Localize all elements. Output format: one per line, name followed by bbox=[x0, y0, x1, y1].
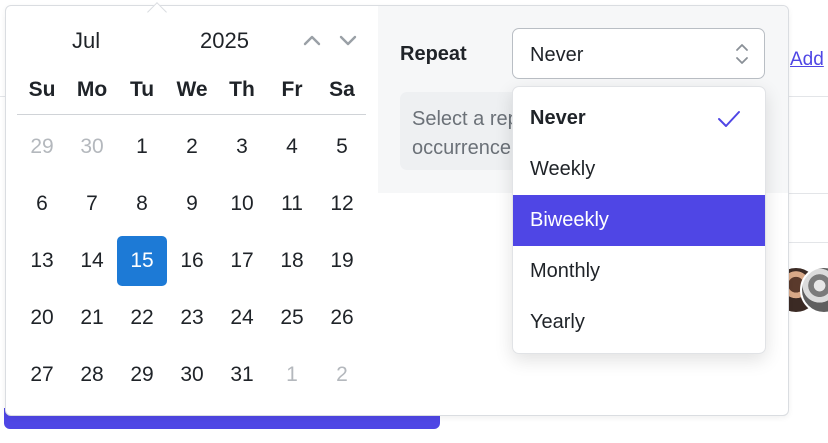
repeat-option-label: Monthly bbox=[530, 260, 601, 282]
popover-caret bbox=[147, 2, 167, 22]
repeat-option-never[interactable]: Never bbox=[513, 93, 765, 144]
calendar-day[interactable]: 29 bbox=[117, 350, 167, 400]
calendar-day[interactable]: 12 bbox=[317, 179, 367, 229]
calendar-day[interactable]: 7 bbox=[67, 179, 117, 229]
calendar-day[interactable]: 17 bbox=[217, 236, 267, 286]
next-month-button[interactable] bbox=[334, 26, 362, 54]
calendar-day[interactable]: 4 bbox=[267, 122, 317, 172]
weekday-header: Su bbox=[28, 78, 56, 101]
repeat-option-biweekly[interactable]: Biweekly bbox=[513, 195, 765, 246]
calendar-day[interactable]: 8 bbox=[117, 179, 167, 229]
calendar-day[interactable]: 6 bbox=[17, 179, 67, 229]
calendar-header-divider bbox=[17, 114, 366, 115]
repeat-label: Repeat bbox=[400, 43, 467, 65]
checkmark-icon bbox=[718, 111, 740, 127]
calendar-day[interactable]: 16 bbox=[167, 236, 217, 286]
calendar-day[interactable]: 27 bbox=[17, 350, 67, 400]
weekday-header: Fr bbox=[281, 78, 303, 101]
calendar-day[interactable]: 11 bbox=[267, 179, 317, 229]
calendar-day[interactable]: 1 bbox=[117, 122, 167, 172]
calendar-day[interactable]: 9 bbox=[167, 179, 217, 229]
calendar-day[interactable]: 5 bbox=[317, 122, 367, 172]
calendar-day[interactable]: 13 bbox=[17, 236, 67, 286]
repeat-hint: Select a repeat pattern occurrence bbox=[400, 92, 530, 170]
calendar-day[interactable]: 26 bbox=[317, 293, 367, 343]
weekday-header: We bbox=[176, 78, 208, 101]
calendar-day[interactable]: 10 bbox=[217, 179, 267, 229]
chevron-up-icon bbox=[303, 35, 321, 46]
repeat-option-label: Never bbox=[530, 107, 586, 129]
calendar-day[interactable]: 2 bbox=[317, 350, 367, 400]
weekday-header: Th bbox=[229, 78, 255, 101]
calendar-day[interactable]: 25 bbox=[267, 293, 317, 343]
calendar-day[interactable]: 20 bbox=[17, 293, 67, 343]
calendar-month[interactable]: Jul bbox=[72, 28, 100, 54]
previous-month-button[interactable] bbox=[298, 26, 326, 54]
weekday-header: Tu bbox=[129, 78, 155, 101]
calendar-day[interactable]: 21 bbox=[67, 293, 117, 343]
calendar-day[interactable]: 31 bbox=[217, 350, 267, 400]
calendar-day[interactable]: 2 bbox=[167, 122, 217, 172]
repeat-option-weekly[interactable]: Weekly bbox=[513, 144, 765, 195]
calendar-day[interactable]: 1 bbox=[267, 350, 317, 400]
calendar-day[interactable]: 30 bbox=[67, 122, 117, 172]
repeat-select[interactable]: Never bbox=[512, 28, 765, 79]
calendar-day-selected[interactable]: 15 bbox=[117, 236, 167, 286]
weekday-header: Mo bbox=[76, 78, 108, 101]
calendar-day[interactable]: 18 bbox=[267, 236, 317, 286]
repeat-option-yearly[interactable]: Yearly bbox=[513, 297, 765, 348]
repeat-option-monthly[interactable]: Monthly bbox=[513, 246, 765, 297]
calendar-day[interactable]: 14 bbox=[67, 236, 117, 286]
repeat-option-label: Yearly bbox=[530, 311, 585, 333]
calendar-day[interactable]: 30 bbox=[167, 350, 217, 400]
calendar-day[interactable]: 23 bbox=[167, 293, 217, 343]
calendar-day[interactable]: 28 bbox=[67, 350, 117, 400]
repeat-option-label: Biweekly bbox=[530, 209, 609, 231]
select-arrows-icon bbox=[736, 44, 748, 64]
calendar-day[interactable]: 29 bbox=[17, 122, 67, 172]
add-link[interactable]: Add bbox=[790, 49, 824, 71]
calendar-day[interactable]: 24 bbox=[217, 293, 267, 343]
chevron-down-icon bbox=[339, 35, 357, 46]
calendar-day[interactable]: 19 bbox=[317, 236, 367, 286]
calendar-day[interactable]: 22 bbox=[117, 293, 167, 343]
repeat-dropdown-menu: Never Weekly Biweekly Monthly Yearly bbox=[512, 86, 766, 354]
weekday-header: Sa bbox=[329, 78, 355, 101]
calendar-year[interactable]: 2025 bbox=[200, 28, 249, 54]
calendar-day[interactable]: 3 bbox=[217, 122, 267, 172]
repeat-option-label: Weekly bbox=[530, 158, 596, 180]
repeat-select-value: Never bbox=[530, 44, 584, 66]
